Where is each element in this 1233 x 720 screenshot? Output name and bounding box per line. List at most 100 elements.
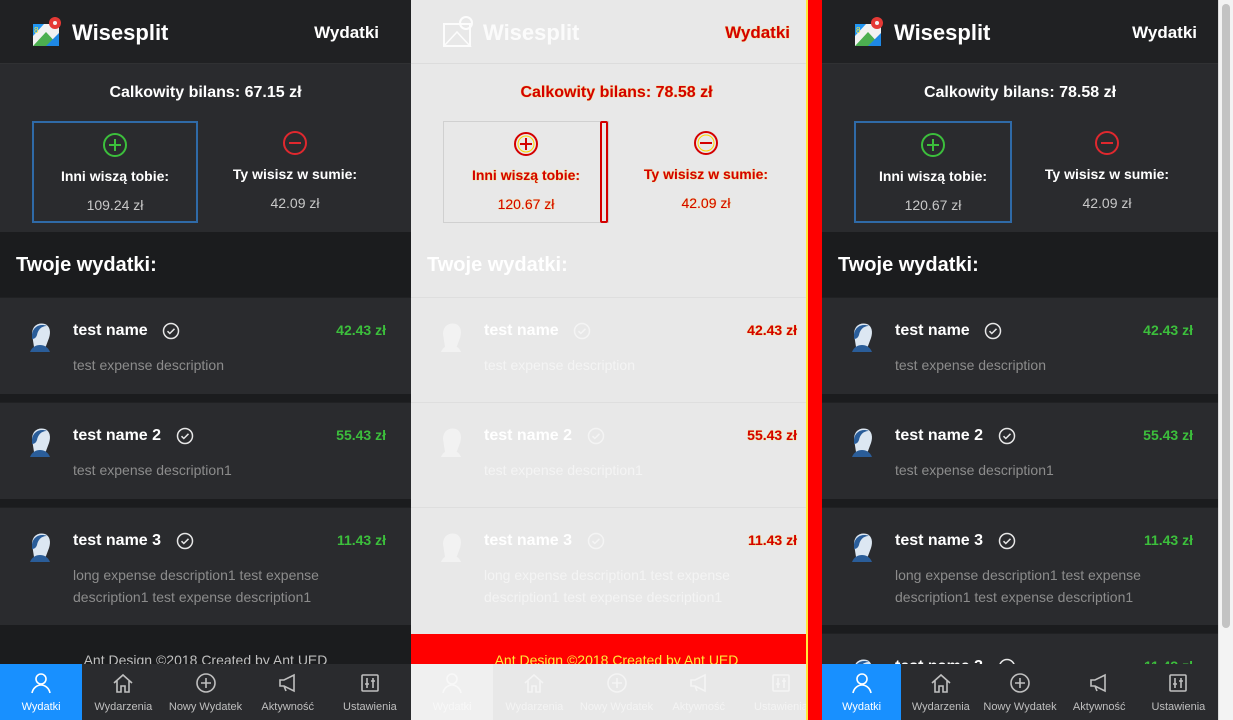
expense-item[interactable]: test name 2 55.43 zł test expense descri…: [0, 402, 411, 499]
tab-label: Wydatki: [842, 701, 882, 713]
tab-label: Nowy Wydatek: [579, 701, 654, 713]
owe-value: 42.09 zł: [1082, 195, 1132, 211]
map-logo-icon: 8: [33, 17, 61, 46]
tab-wydatki[interactable]: Wydatki: [0, 664, 83, 720]
expense-amount: 11.43 zł: [1143, 532, 1193, 548]
tab-label: Aktywność: [1072, 701, 1126, 713]
expense-description: test expense description1: [895, 462, 1054, 478]
expense-name: test name: [73, 322, 148, 339]
map-logo-icon: 8: [855, 17, 883, 46]
tab-wydatki[interactable]: Wydatki: [411, 664, 494, 720]
expense-item[interactable]: test name 3 11.43 zł long expense descri…: [411, 507, 822, 625]
tab-nowy-wydatek[interactable]: Nowy Wydatek: [980, 664, 1059, 720]
avatar-icon: [852, 428, 872, 457]
expense-name: test name 3: [484, 532, 573, 549]
megaphone-icon: [1090, 673, 1107, 693]
tab-label: Aktywność: [672, 701, 725, 713]
user-icon: [851, 673, 872, 694]
header-link-wydatki[interactable]: Wydatki: [725, 23, 790, 43]
tab-wydatki[interactable]: Wydatki: [822, 664, 902, 720]
app-header: 8 Wisesplit Wydatki: [0, 0, 411, 64]
sliders-icon: [361, 674, 379, 692]
minus-circle-icon: [694, 131, 718, 155]
expenses-screen-left: 8 Wisesplit Wydatki Calkowity bilans: 67…: [0, 0, 411, 720]
avatar-icon: [30, 428, 50, 457]
tab-aktywnosc[interactable]: Aktywność: [1060, 664, 1139, 720]
tab-wydarzenia[interactable]: Wydarzenia: [493, 664, 575, 720]
expense-name: test name 3: [73, 532, 162, 549]
tab-label: Wydarzenia: [505, 701, 564, 713]
tab-ustawienia[interactable]: Ustawienia: [329, 664, 411, 720]
expense-amount: 42.43 zł: [747, 322, 797, 338]
tab-wydarzenia[interactable]: Wydarzenia: [82, 664, 164, 720]
expense-amount: 55.43 zł: [747, 427, 797, 443]
bottom-tab-bar: Wydatki Wydarzenia Nowy Wydatek Aktywnoś…: [822, 664, 1218, 720]
user-icon: [31, 673, 51, 694]
megaphone-icon: [278, 673, 295, 693]
tab-aktywnosc[interactable]: Aktywność: [658, 664, 740, 720]
highlight-frame: [600, 121, 608, 223]
diff-highlight-bar: [806, 0, 822, 720]
you-owe-card[interactable]: Ty wisisz w sumie: 42.09 zł: [623, 121, 789, 223]
expense-amount: 42.43 zł: [1143, 322, 1193, 338]
minus-circle-icon: [283, 131, 307, 155]
expense-item[interactable]: test name 2 55.43 zł test expense descri…: [822, 402, 1218, 499]
expense-description: long expense description1 test expense d…: [73, 567, 319, 605]
plus-circle-icon: [606, 673, 627, 693]
owed-to-you-card[interactable]: Inni wiszą tobie: 120.67 zł: [443, 121, 609, 223]
expense-description: long expense description1 test expense d…: [895, 567, 1141, 605]
check-circle-icon: [176, 427, 194, 445]
plus-circle-icon: [921, 133, 945, 157]
svg-text:8: 8: [856, 26, 861, 35]
check-circle-icon: [984, 322, 1002, 340]
tab-label: Ustawienia: [1151, 701, 1206, 713]
expense-item[interactable]: test name 3 11.43 zł long expense descri…: [0, 507, 411, 625]
expense-item[interactable]: test name 3 11.43 zł long expense descri…: [822, 507, 1218, 625]
balance-panel: Calkowity bilans: 67.15 zł Inni wiszą to…: [0, 64, 411, 232]
tab-nowy-wydatek[interactable]: Nowy Wydatek: [164, 664, 246, 720]
section-title: Twoje wydatki:: [16, 254, 157, 276]
tab-label: Wydarzenia: [911, 701, 970, 713]
section-title: Twoje wydatki:: [838, 254, 979, 276]
expense-amount: 42.43 zł: [336, 322, 386, 338]
expense-amount: 55.43 zł: [1143, 427, 1193, 443]
header-link-wydatki[interactable]: Wydatki: [314, 23, 379, 43]
owe-label: Ty wisisz w sumie:: [1044, 166, 1170, 182]
plus-circle-icon: [195, 673, 216, 693]
tab-wydarzenia[interactable]: Wydarzenia: [901, 664, 980, 720]
header-link-wydatki[interactable]: Wydatki: [1132, 23, 1197, 43]
owe-label: Ty wisisz w sumie:: [643, 166, 769, 182]
expense-item[interactable]: test name 42.43 zł test expense descript…: [822, 297, 1218, 394]
expense-name: test name: [895, 322, 970, 339]
plus-circle-icon: [514, 132, 538, 156]
check-circle-icon: [587, 532, 605, 550]
expense-amount: 11.43 zł: [747, 532, 797, 548]
avatar-icon: [30, 533, 50, 562]
tab-label: Ustawienia: [343, 701, 397, 713]
you-owe-card[interactable]: Ty wisisz w sumie: 42.09 zł: [1024, 121, 1190, 223]
total-balance: Calkowity bilans: 78.58 zł: [923, 84, 1117, 101]
owed-label: Inni wiszą tobie:: [471, 167, 581, 183]
expense-item[interactable]: test name 42.43 zł test expense descript…: [411, 297, 822, 394]
expense-name: test name 2: [484, 427, 573, 444]
tab-aktywnosc[interactable]: Aktywność: [247, 664, 329, 720]
tab-label: Wydatki: [432, 701, 472, 713]
sliders-icon: [772, 674, 790, 692]
you-owe-card[interactable]: Ty wisisz w sumie: 42.09 zł: [212, 121, 378, 223]
tab-ustawienia[interactable]: Ustawienia: [1139, 664, 1218, 720]
expense-item[interactable]: test name 2 55.43 zł test expense descri…: [411, 402, 822, 499]
expense-amount: 11.43 zł: [336, 532, 386, 548]
expense-item[interactable]: test name 42.43 zł test expense descript…: [0, 297, 411, 394]
tab-nowy-wydatek[interactable]: Nowy Wydatek: [575, 664, 657, 720]
avatar-icon: [852, 533, 872, 562]
owed-value: 120.67 zł: [497, 196, 555, 212]
app-name: Wisesplit: [483, 20, 580, 45]
owed-value: 109.24 zł: [86, 197, 144, 213]
owed-to-you-card[interactable]: Inni wiszą tobie: 120.67 zł: [854, 121, 1012, 223]
owed-to-you-card[interactable]: Inni wiszą tobie: 109.24 zł: [32, 121, 198, 223]
home-icon: [113, 673, 133, 693]
vertical-scrollbar[interactable]: [1218, 0, 1233, 720]
scrollbar-thumb[interactable]: [1222, 4, 1230, 628]
expense-description: test expense description: [895, 357, 1046, 373]
tab-label: Nowy Wydatek: [168, 701, 243, 713]
